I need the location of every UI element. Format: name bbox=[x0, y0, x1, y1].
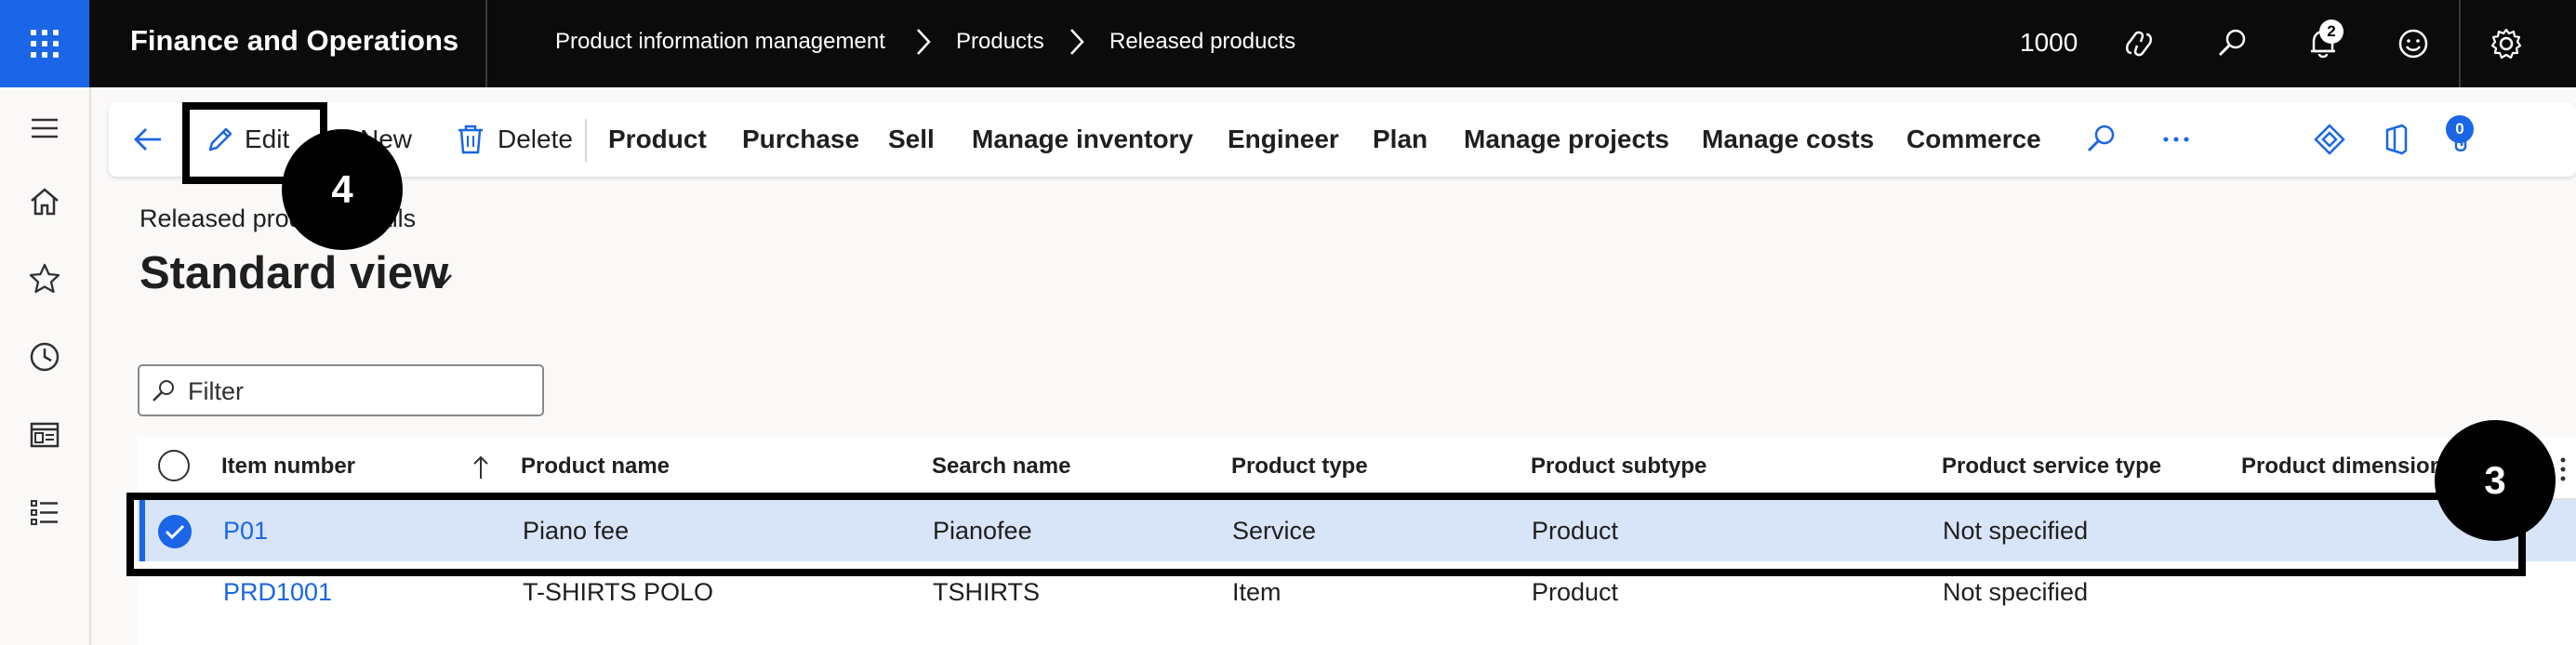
menu-plan[interactable]: Plan bbox=[1373, 102, 1427, 177]
divider bbox=[585, 119, 587, 162]
cell-product-subtype: Product bbox=[1532, 578, 1619, 606]
side-navigation bbox=[0, 87, 91, 645]
app-title[interactable]: Finance and Operations bbox=[130, 24, 458, 58]
modules-list-icon[interactable] bbox=[26, 494, 63, 531]
column-header-product-type[interactable]: Product type bbox=[1231, 454, 1368, 480]
company-picker[interactable]: 1000 bbox=[2020, 28, 2078, 58]
column-header-product-service-type[interactable]: Product service type bbox=[1942, 454, 2161, 480]
chevron-down-icon[interactable] bbox=[430, 267, 456, 293]
copilot-icon[interactable] bbox=[2120, 25, 2158, 62]
search-icon[interactable] bbox=[2213, 25, 2251, 62]
menu-product[interactable]: Product bbox=[608, 102, 707, 177]
grid-header: Item number Product name Search name Pro… bbox=[138, 437, 2576, 500]
favorites-star-icon[interactable] bbox=[26, 260, 63, 297]
app-launcher-button[interactable] bbox=[0, 0, 89, 87]
column-header-item-number[interactable]: Item number bbox=[221, 454, 355, 480]
attachments-count-badge: 0 bbox=[2446, 115, 2474, 143]
divider bbox=[2459, 0, 2461, 87]
chevron-right-icon bbox=[917, 29, 931, 55]
column-options-icon[interactable] bbox=[2559, 455, 2567, 483]
menu-commerce[interactable]: Commerce bbox=[1906, 102, 2041, 177]
app-launcher-icon bbox=[31, 30, 59, 58]
filter-box bbox=[138, 364, 544, 416]
recent-clock-icon[interactable] bbox=[26, 338, 63, 375]
sort-ascending-icon[interactable] bbox=[471, 454, 491, 481]
menu-manage-costs[interactable]: Manage costs bbox=[1702, 102, 1874, 177]
select-all-checkbox[interactable] bbox=[158, 450, 190, 481]
step-3-callout: 3 bbox=[2435, 420, 2556, 541]
delete-button[interactable]: Delete bbox=[455, 102, 573, 177]
view-selector[interactable]: Standard view bbox=[139, 247, 448, 299]
menu-manage-inventory[interactable]: Manage inventory bbox=[972, 102, 1193, 177]
chevron-right-icon bbox=[1070, 29, 1084, 55]
back-arrow-icon[interactable] bbox=[129, 121, 166, 158]
column-header-product-subtype[interactable]: Product subtype bbox=[1531, 454, 1706, 480]
search-icon[interactable] bbox=[2082, 121, 2119, 158]
workspaces-icon[interactable] bbox=[26, 416, 63, 454]
menu-engineer[interactable]: Engineer bbox=[1228, 102, 1339, 177]
cell-product-type: Item bbox=[1232, 578, 1281, 606]
home-icon[interactable] bbox=[26, 183, 63, 220]
column-header-product-name[interactable]: Product name bbox=[521, 454, 670, 480]
cell-search-name: TSHIRTS bbox=[933, 578, 1041, 606]
breadcrumb-item-released-products[interactable]: Released products bbox=[1109, 29, 1295, 55]
trash-icon bbox=[458, 125, 483, 154]
settings-gear-icon[interactable] bbox=[2488, 25, 2525, 62]
menu-purchase[interactable]: Purchase bbox=[742, 102, 859, 177]
menu-manage-projects[interactable]: Manage projects bbox=[1464, 102, 1669, 177]
cell-product-service-type: Not specified bbox=[1943, 578, 2089, 606]
feedback-smiley-icon[interactable] bbox=[2395, 25, 2432, 62]
search-icon bbox=[153, 380, 174, 401]
delete-button-label: Delete bbox=[498, 125, 573, 153]
menu-sell[interactable]: Sell bbox=[888, 102, 935, 177]
cell-product-name: T-SHIRTS POLO bbox=[523, 578, 714, 606]
column-header-product-dimension[interactable]: Product dimension bbox=[2241, 454, 2443, 480]
action-pane: Edit New Delete Product Purchase Sell Ma… bbox=[109, 102, 2576, 177]
notification-count-badge: 2 bbox=[2319, 20, 2344, 44]
filter-input[interactable] bbox=[186, 374, 534, 409]
more-options-icon[interactable] bbox=[2158, 121, 2195, 158]
office-icon[interactable] bbox=[2378, 121, 2415, 158]
column-header-search-name[interactable]: Search name bbox=[932, 454, 1070, 480]
hamburger-menu-icon[interactable] bbox=[26, 110, 63, 147]
breadcrumb-item-pim[interactable]: Product information management bbox=[555, 29, 885, 55]
row-highlight-box bbox=[126, 493, 2526, 576]
item-number-link[interactable]: PRD1001 bbox=[223, 578, 332, 607]
step-4-callout: 4 bbox=[282, 129, 403, 250]
power-apps-icon[interactable] bbox=[2311, 121, 2348, 158]
divider bbox=[485, 0, 487, 87]
top-navigation-bar: Finance and Operations Product informati… bbox=[0, 0, 2576, 87]
breadcrumb-item-products[interactable]: Products bbox=[956, 29, 1044, 55]
